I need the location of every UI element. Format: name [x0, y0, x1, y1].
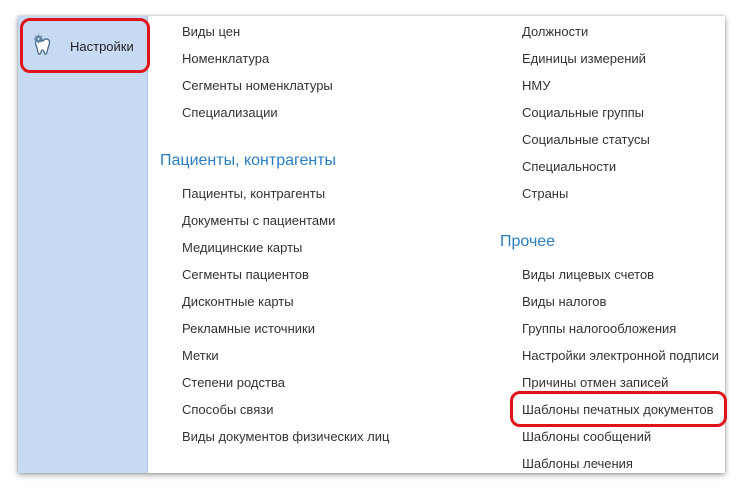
link-units[interactable]: Единицы измерений [522, 51, 646, 67]
sidebar-item-settings[interactable]: Настройки [22, 19, 148, 71]
link-countries[interactable]: Страны [522, 186, 568, 202]
link-patient-documents[interactable]: Документы с пациентами [182, 213, 335, 229]
sidebar-item-label: Настройки [70, 39, 134, 54]
tooth-gear-icon [32, 34, 56, 58]
link-patients[interactable]: Пациенты, контрагенты [182, 186, 325, 202]
link-message-templates[interactable]: Шаблоны сообщений [522, 429, 651, 445]
sidebar: Настройки [18, 16, 148, 473]
link-positions[interactable]: Должности [522, 24, 588, 40]
settings-panel: Настройки Виды цен Номенклатура Сегменты… [18, 16, 725, 473]
link-medical-cards[interactable]: Медицинские карты [182, 240, 302, 256]
link-e-signature-settings[interactable]: Настройки электронной подписи [522, 348, 719, 364]
link-specializations[interactable]: Специализации [182, 105, 278, 121]
link-tags[interactable]: Метки [182, 348, 219, 364]
link-social-statuses[interactable]: Социальные статусы [522, 132, 650, 148]
link-nomenclature[interactable]: Номенклатура [182, 51, 269, 67]
link-social-groups[interactable]: Социальные группы [522, 105, 644, 121]
link-kinship-degrees[interactable]: Степени родства [182, 375, 285, 391]
link-ad-sources[interactable]: Рекламные источники [182, 321, 315, 337]
section-title-other: Прочее [500, 233, 556, 250]
window: Настройки Виды цен Номенклатура Сегменты… [0, 0, 745, 493]
link-nomenclature-segments[interactable]: Сегменты номенклатуры [182, 78, 333, 94]
link-personal-document-types[interactable]: Виды документов физических лиц [182, 429, 389, 445]
link-contact-methods[interactable]: Способы связи [182, 402, 273, 418]
link-patient-segments[interactable]: Сегменты пациентов [182, 267, 309, 283]
link-treatment-templates[interactable]: Шаблоны лечения [522, 456, 633, 472]
link-tax-groups[interactable]: Группы налогообложения [522, 321, 676, 337]
link-account-types[interactable]: Виды лицевых счетов [522, 267, 654, 283]
link-tax-types[interactable]: Виды налогов [522, 294, 606, 310]
link-cancellation-reasons[interactable]: Причины отмен записей [522, 375, 668, 391]
link-discount-cards[interactable]: Дисконтные карты [182, 294, 294, 310]
link-specialties[interactable]: Специальности [522, 159, 616, 175]
link-print-templates[interactable]: Шаблоны печатных документов [522, 402, 714, 418]
link-price-types[interactable]: Виды цен [182, 24, 240, 40]
section-title-patients: Пациенты, контрагенты [160, 152, 337, 169]
link-nmu[interactable]: НМУ [522, 78, 550, 94]
